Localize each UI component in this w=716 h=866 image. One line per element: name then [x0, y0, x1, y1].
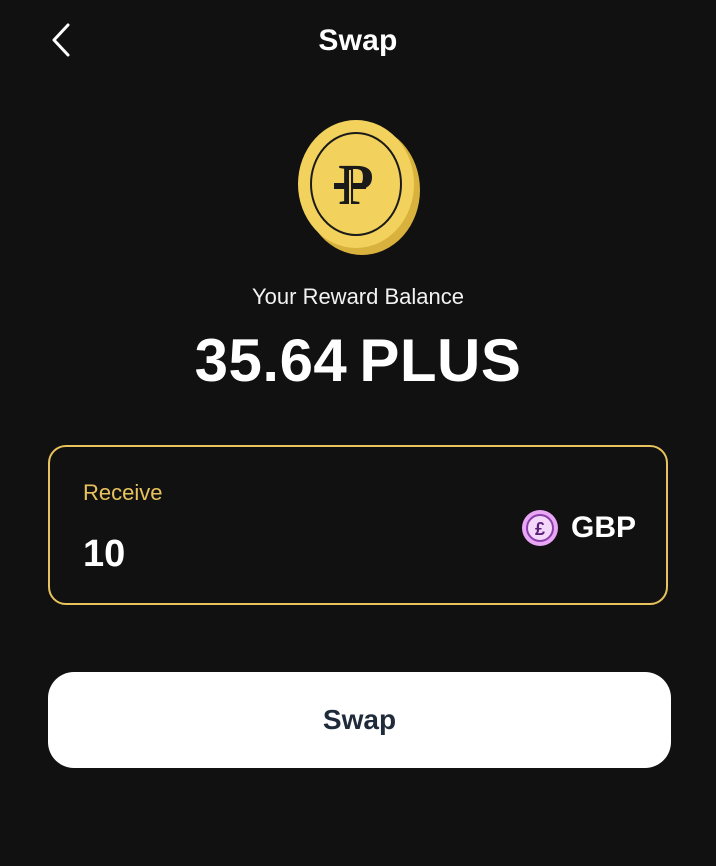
balance-label: Your Reward Balance: [252, 284, 464, 309]
balance-value: 35.64: [194, 327, 348, 394]
receive-amount-input[interactable]: [83, 529, 463, 579]
receive-card: Receive £ GBP: [48, 445, 668, 605]
page-title: Swap: [318, 24, 398, 57]
currency-selector[interactable]: £ GBP: [521, 509, 636, 547]
receive-label: Receive: [83, 480, 163, 505]
plus-coin-icon: P: [298, 120, 420, 255]
balance-unit: PLUS: [359, 327, 522, 394]
pound-coin-icon: £: [521, 510, 558, 546]
header: Swap: [0, 0, 716, 86]
balance-amount: 35.64 PLUS: [0, 326, 716, 395]
currency-code: GBP: [570, 511, 636, 544]
currency-symbol: £: [535, 519, 545, 539]
swap-button[interactable]: Swap: [48, 672, 671, 768]
